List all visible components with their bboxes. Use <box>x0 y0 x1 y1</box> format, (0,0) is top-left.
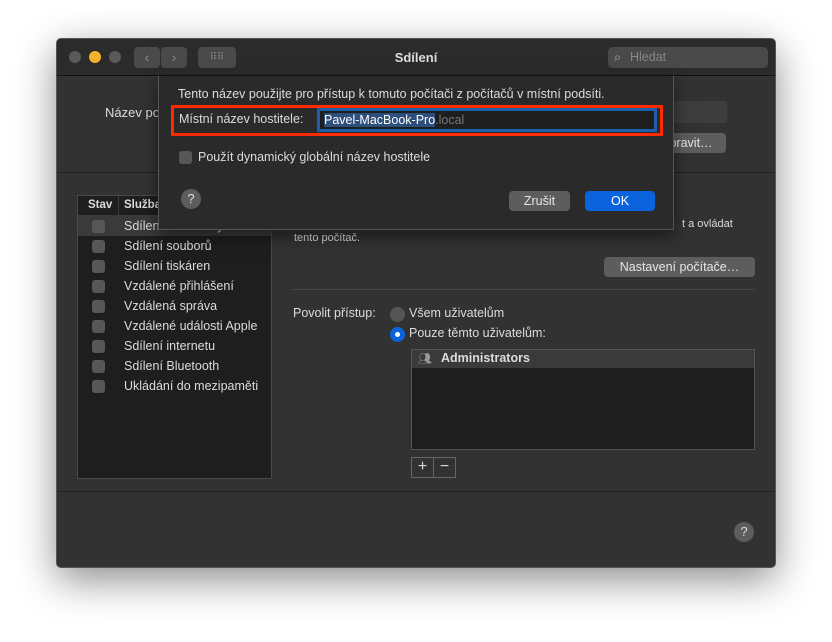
search-icon: ⌕ <box>614 50 622 64</box>
radio-all-users[interactable] <box>390 307 405 322</box>
ok-button[interactable]: OK <box>585 191 655 211</box>
computer-settings-button[interactable]: Nastavení počítače… <box>604 257 755 277</box>
radio-only-users[interactable] <box>390 327 405 342</box>
service-label: Sdílení souborů <box>124 239 212 253</box>
col-status: Stav <box>88 199 113 211</box>
user-name: Administrators <box>441 351 530 365</box>
access-label: Povolit přístup: <box>293 306 376 320</box>
service-label: Ukládání do mezipaměti <box>124 379 259 393</box>
hostname-label: Místní název hostitele: <box>179 112 304 126</box>
services-list: Stav Služba Sdílení obrazovkySdílení sou… <box>77 195 272 479</box>
description-text-line2: tento počítač. <box>294 232 361 244</box>
remove-button[interactable]: − <box>434 458 455 477</box>
list-item[interactable]: Sdílení tiskáren <box>78 256 271 276</box>
hostname-dialog: Tento název použijte pro přístup k tomut… <box>158 76 674 230</box>
divider <box>57 491 775 492</box>
radio-only-label: Pouze těmto uživatelům: <box>409 326 546 340</box>
service-label: Vzdálené události Apple <box>124 319 258 333</box>
service-checkbox[interactable] <box>92 320 105 333</box>
service-checkbox[interactable] <box>92 240 105 253</box>
list-item[interactable]: Vzdálené přihlášení <box>78 276 271 296</box>
list-item[interactable]: Ukládání do mezipaměti <box>78 376 271 396</box>
add-button[interactable]: + <box>412 458 434 477</box>
dialog-info: Tento název použijte pro přístup k tomut… <box>178 87 605 101</box>
group-icon: 👥︎ <box>418 353 432 365</box>
hostname-input[interactable]: Pavel-MacBook-Pro.local <box>317 108 657 132</box>
service-label: Vzdálená správa <box>124 299 218 313</box>
service-label: Vzdálené přihlášení <box>124 279 234 293</box>
service-checkbox[interactable] <box>92 220 105 233</box>
add-remove-control: + − <box>411 457 456 478</box>
service-label: Sdílení tiskáren <box>124 259 211 273</box>
list-item[interactable]: Sdílení Bluetooth <box>78 356 271 376</box>
divider <box>291 289 755 290</box>
dialog-help-button[interactable]: ? <box>181 189 201 209</box>
list-item[interactable]: Sdílení internetu <box>78 336 271 356</box>
help-button[interactable]: ? <box>734 522 754 542</box>
service-checkbox[interactable] <box>92 380 105 393</box>
sharing-window: ‹ › ⠿⠿ Sdílení ⌕ Hledat Název počítače: U… <box>56 38 776 568</box>
service-checkbox[interactable] <box>92 360 105 373</box>
list-item[interactable]: Vzdálená správa <box>78 296 271 316</box>
titlebar: ‹ › ⠿⠿ Sdílení ⌕ Hledat <box>57 39 775 76</box>
hostname-value: Pavel-MacBook-Pro <box>324 113 436 127</box>
hostname-suffix: .local <box>435 113 465 127</box>
search-input[interactable]: ⌕ Hledat <box>608 47 768 68</box>
dynamic-hostname-checkbox[interactable] <box>179 151 192 164</box>
search-placeholder: Hledat <box>630 50 667 64</box>
service-label: Sdílení Bluetooth <box>124 359 220 373</box>
service-checkbox[interactable] <box>92 340 105 353</box>
service-checkbox[interactable] <box>92 260 105 273</box>
users-list: 👥︎ Administrators <box>411 349 755 450</box>
list-item[interactable]: Vzdálené události Apple <box>78 316 271 336</box>
list-item[interactable]: Sdílení souborů <box>78 236 271 256</box>
service-checkbox[interactable] <box>92 300 105 313</box>
service-checkbox[interactable] <box>92 280 105 293</box>
dynamic-hostname-label: Použít dynamický globální název hostitel… <box>198 150 431 164</box>
service-label: Sdílení internetu <box>124 339 216 353</box>
description-text: t a ovládat <box>682 218 733 230</box>
radio-all-label: Všem uživatelům <box>409 306 505 320</box>
col-service: Služba <box>118 196 161 215</box>
list-item[interactable]: 👥︎ Administrators <box>412 350 754 368</box>
cancel-button[interactable]: Zrušit <box>509 191 570 211</box>
